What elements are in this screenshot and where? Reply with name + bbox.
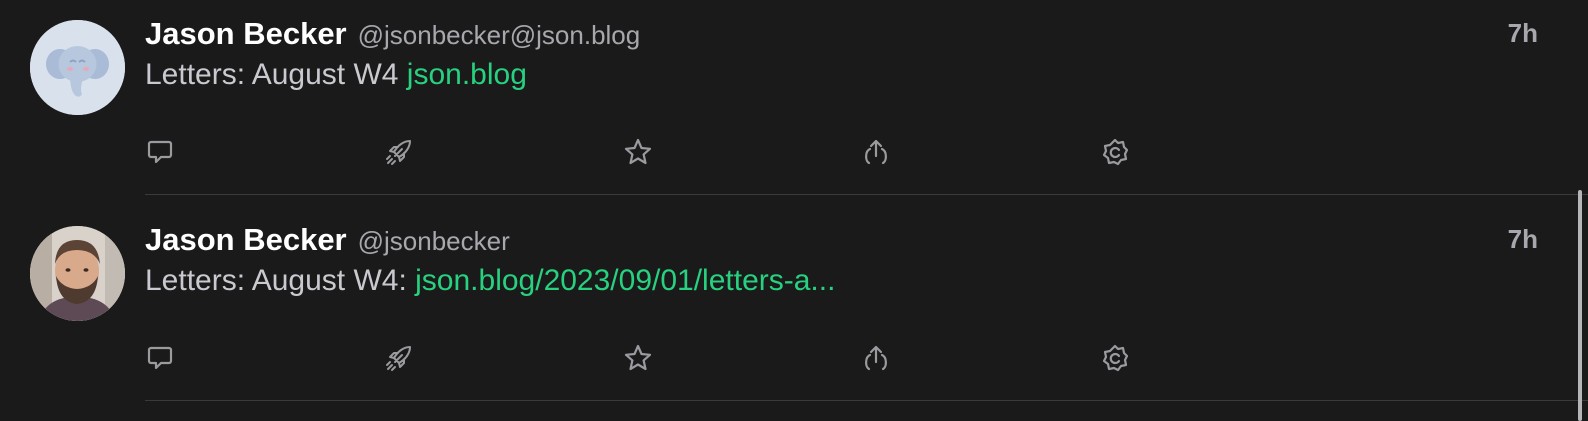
favorite-button[interactable] [618, 338, 658, 378]
author-name[interactable]: Jason Becker [145, 16, 347, 52]
post-timestamp: 7h [1507, 224, 1538, 254]
scrollbar[interactable] [1578, 190, 1582, 421]
post-link[interactable]: json.blog/2023/09/01/letters-a... [415, 264, 835, 297]
author-handle[interactable]: @jsonbecker@json.blog [358, 20, 641, 51]
star-icon [624, 344, 652, 371]
share-button[interactable] [856, 132, 896, 172]
post-content: Letters: August W4 json.blog [145, 58, 527, 92]
elephant-icon [30, 20, 125, 115]
post-text: Letters: August W4: [145, 264, 416, 297]
post-actions [0, 338, 1588, 378]
boost-icon [386, 140, 411, 165]
timeline-post[interactable]: Jason Becker @jsonbecker 7h Letters: Aug… [0, 206, 1588, 412]
reply-icon [147, 140, 173, 164]
author-handle[interactable]: @jsonbecker [358, 226, 510, 257]
post-actions [0, 132, 1588, 172]
share-icon [865, 139, 887, 165]
more-button[interactable] [1095, 132, 1135, 172]
post-divider [145, 194, 1588, 195]
gear-icon [1102, 138, 1129, 166]
post-divider [145, 400, 1588, 401]
share-icon [865, 345, 887, 371]
share-button[interactable] [856, 338, 896, 378]
favorite-button[interactable] [618, 132, 658, 172]
post-timestamp: 7h [1507, 18, 1538, 48]
boost-icon [386, 346, 411, 371]
avatar[interactable] [30, 20, 125, 115]
timeline-post[interactable]: Jason Becker @jsonbecker@json.blog 7h Le… [0, 0, 1588, 206]
reply-button[interactable] [140, 338, 180, 378]
reply-icon [147, 346, 173, 370]
boost-button[interactable] [379, 338, 419, 378]
boost-button[interactable] [379, 132, 419, 172]
more-button[interactable] [1095, 338, 1135, 378]
post-content: Letters: August W4: json.blog/2023/09/01… [145, 264, 835, 298]
post-link[interactable]: json.blog [407, 58, 527, 91]
post-text: Letters: August W4 [145, 58, 407, 91]
reply-button[interactable] [140, 132, 180, 172]
author-name[interactable]: Jason Becker [145, 222, 347, 258]
avatar[interactable] [30, 226, 125, 321]
gear-icon [1102, 344, 1129, 372]
star-icon [624, 138, 652, 165]
profile-photo [30, 226, 125, 321]
